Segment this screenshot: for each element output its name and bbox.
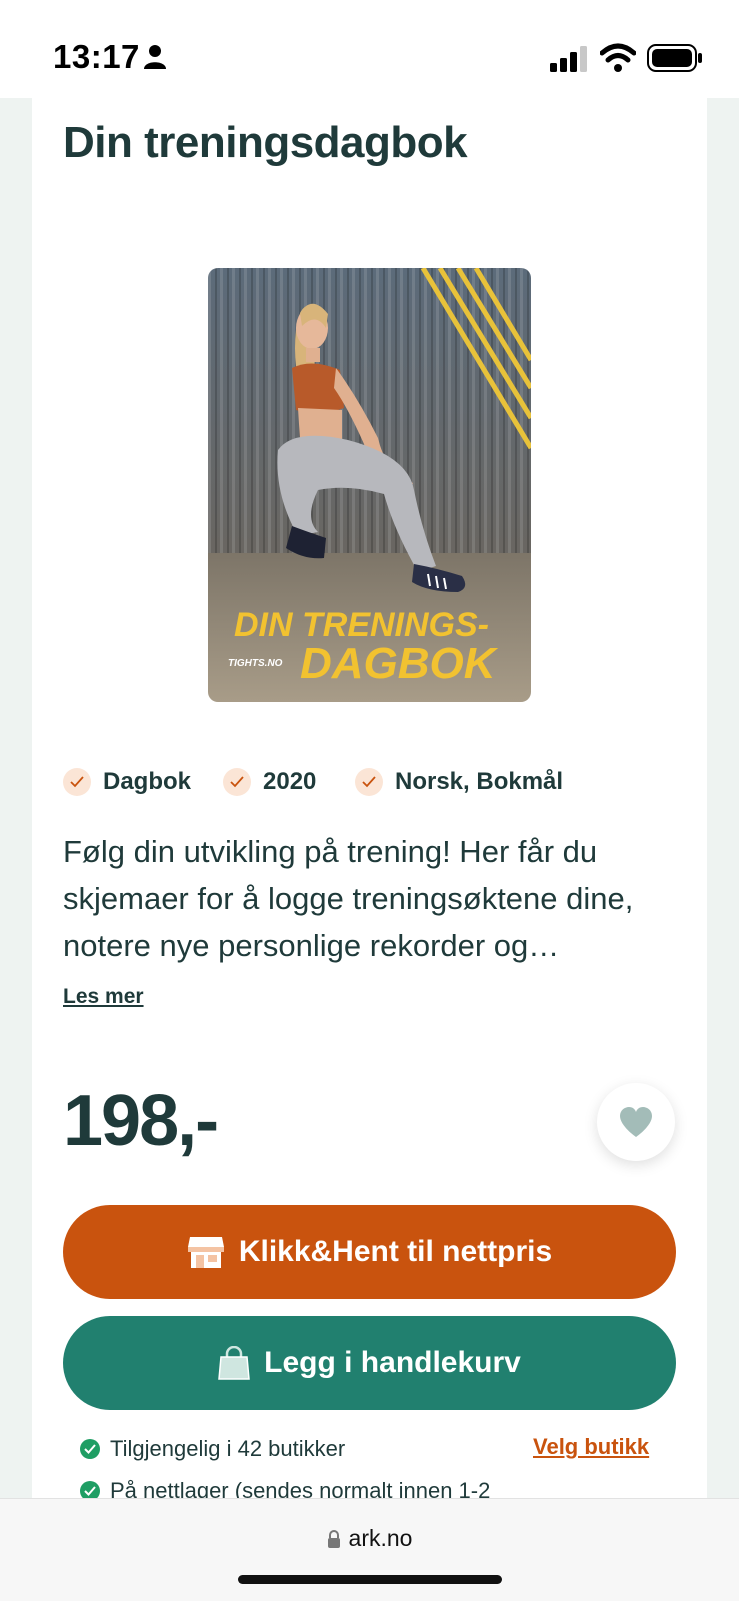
home-indicator (238, 1575, 502, 1584)
meta-year-label: 2020 (263, 768, 317, 795)
meta-language: Norsk, Bokmål (355, 765, 563, 799)
favorite-button[interactable] (597, 1083, 675, 1161)
store-availability: Tilgjengelig i 42 butikker (80, 1436, 345, 1462)
click-and-collect-label: Klikk&Hent til nettpris (238, 1235, 553, 1268)
product-description: Følg din utvikling på trening! Her får d… (63, 834, 634, 963)
check-icon (63, 768, 91, 796)
cellular-signal-icon (550, 46, 587, 72)
page-title: Din treningsdagbok (63, 118, 468, 167)
battery-icon (647, 44, 702, 72)
check-icon (223, 768, 251, 796)
store-icon (187, 1237, 224, 1268)
status-bar: 13:17 (0, 0, 739, 98)
book-cover-image[interactable]: DIN TRENINGS- DAGBOK TIGHTS.NO (208, 268, 531, 702)
heart-icon (620, 1107, 652, 1137)
browser-address-bar[interactable]: ark.no (0, 1498, 739, 1601)
meta-language-label: Norsk, Bokmål (395, 768, 564, 795)
wifi-icon (600, 43, 636, 72)
meta-format-label: Dagbok (103, 768, 192, 795)
click-and-collect-button[interactable]: Klikk&Hent til nettpris (63, 1205, 676, 1299)
store-availability-text: Tilgjengelig i 42 butikker (110, 1436, 346, 1461)
select-store-link[interactable]: Velg butikk (533, 1434, 649, 1460)
person-icon (144, 45, 166, 69)
available-check-icon (80, 1439, 100, 1459)
meta-format: Dagbok (63, 765, 191, 799)
add-to-cart-label: Legg i handlekurv (264, 1346, 521, 1379)
url-text: ark.no (348, 1525, 413, 1551)
check-icon (355, 768, 383, 796)
add-to-cart-button[interactable]: Legg i handlekurv (63, 1316, 676, 1410)
meta-year: 2020 (223, 765, 316, 799)
lock-icon (327, 1530, 340, 1548)
cover-publisher: TIGHTS.NO (228, 658, 283, 669)
url-display[interactable]: ark.no (0, 1525, 739, 1552)
read-more-link[interactable]: Les mer (63, 985, 144, 1009)
cover-title-line2: DAGBOK (300, 639, 499, 688)
shopping-bag-icon (218, 1346, 250, 1380)
status-time: 13:17 (53, 38, 140, 75)
product-price: 198,- (63, 1081, 219, 1161)
